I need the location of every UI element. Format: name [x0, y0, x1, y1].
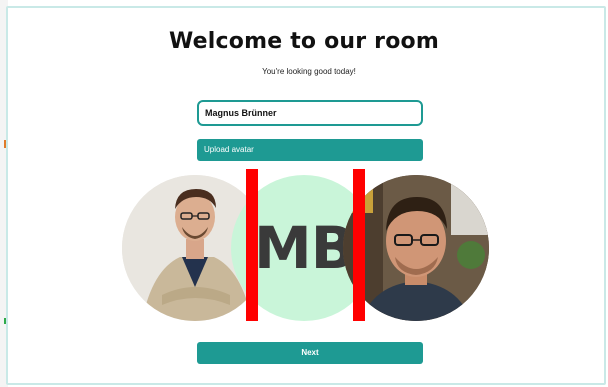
next-button[interactable]: Next	[197, 342, 423, 364]
selection-marker-left	[246, 169, 258, 321]
page-title: Welcome to our room	[169, 29, 439, 54]
name-input[interactable]	[197, 100, 423, 126]
upload-avatar-button[interactable]: Upload avatar	[197, 139, 423, 161]
selection-marker-right	[353, 169, 365, 321]
page-subtitle: You're looking good today!	[262, 67, 356, 76]
